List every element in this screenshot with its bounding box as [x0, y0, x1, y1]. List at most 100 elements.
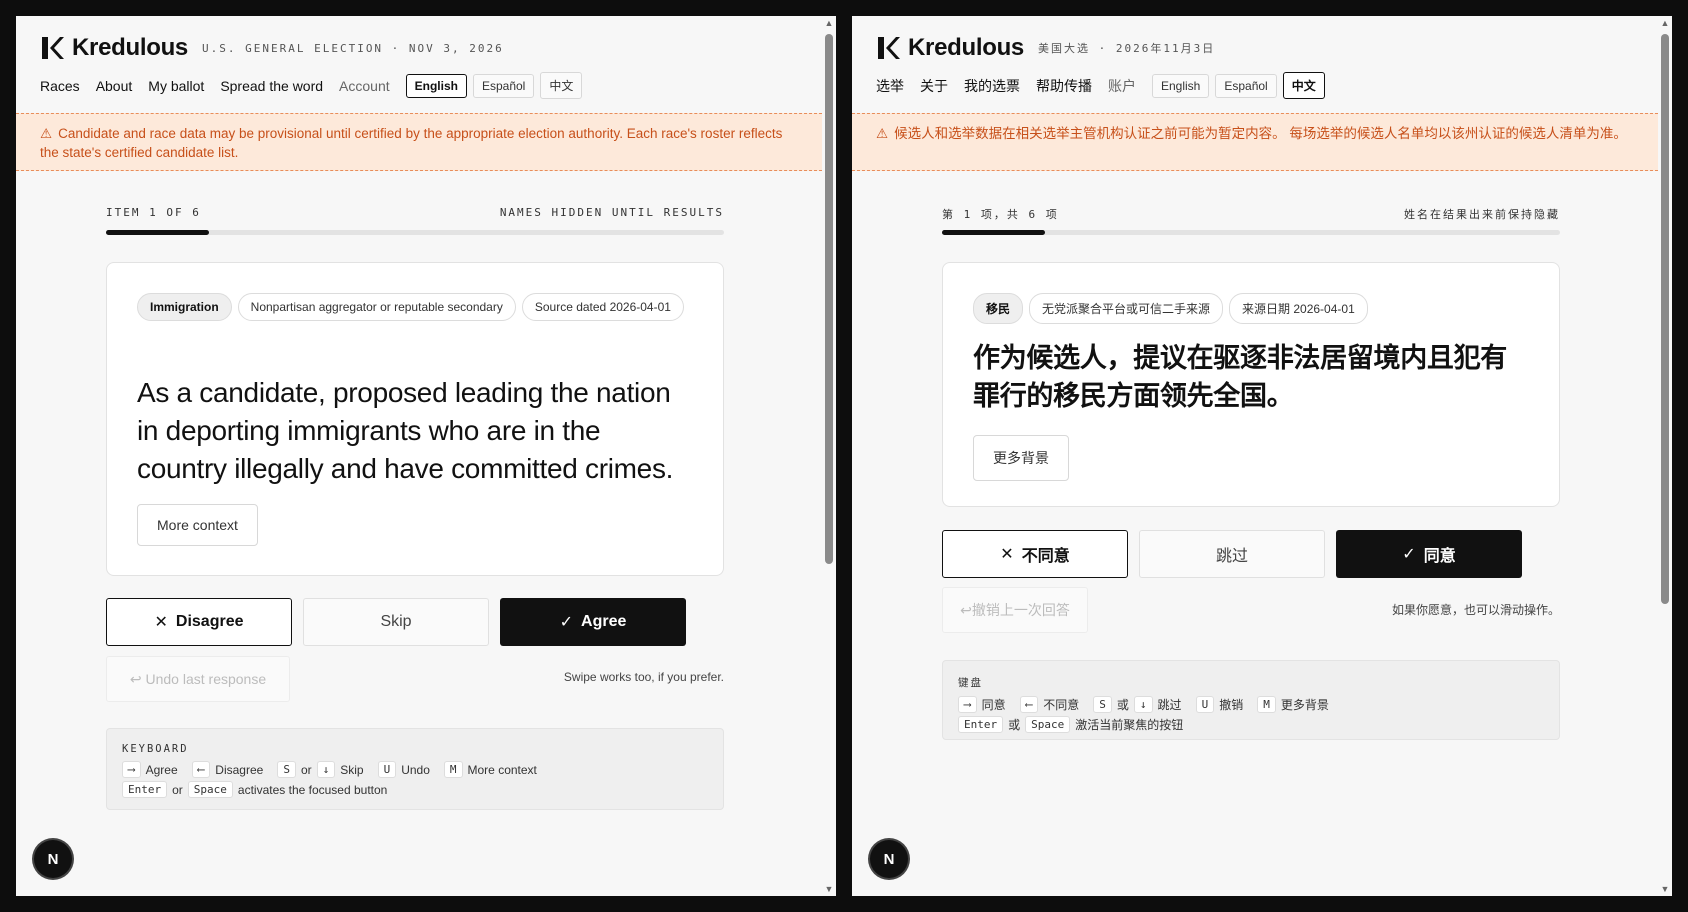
- nav-spread-the-word[interactable]: 帮助传播: [1036, 76, 1092, 96]
- page-content: Kredulous U.S. GENERAL ELECTION · NOV 3,…: [16, 16, 822, 896]
- chip-list: 移民 无党派聚合平台或可信二手来源 来源日期 2026-04-01: [973, 293, 1529, 332]
- scroll-up-icon[interactable]: ▲: [1660, 18, 1670, 28]
- shortcut-more: More context: [467, 762, 537, 777]
- source-type-chip: Nonpartisan aggregator or reputable seco…: [237, 293, 516, 321]
- close-icon: ✕: [154, 614, 168, 631]
- skip-button[interactable]: 跳过: [1139, 530, 1325, 578]
- election-subtitle: U.S. GENERAL ELECTION · NOV 3, 2026: [201, 41, 504, 55]
- avatar[interactable]: N: [34, 840, 72, 878]
- left-arrow-key: ⟵: [1019, 696, 1039, 713]
- nav-my-ballot[interactable]: 我的选票: [964, 76, 1020, 96]
- down-arrow-key: ↓: [1133, 696, 1153, 713]
- banner-text: 候选人和选举数据在相关选举主管机构认证之前可能为暂定内容。 每场选举的候选人名单…: [894, 126, 1627, 141]
- nav-my-ballot[interactable]: My ballot: [148, 78, 204, 94]
- main-nav: Races About My ballot Spread the word Ac…: [40, 72, 588, 99]
- brand[interactable]: Kredulous U.S. GENERAL ELECTION · NOV 3,…: [40, 34, 504, 62]
- disagree-button[interactable]: ✕ 不同意: [942, 530, 1128, 578]
- progress-header: 第 1 项，共 6 项 姓名在结果出来前保持隐藏: [942, 206, 1560, 222]
- election-subtitle: 美国大选 · 2026年11月3日: [1037, 42, 1216, 55]
- agree-label: Agree: [581, 613, 627, 630]
- more-context-button[interactable]: More context: [137, 504, 258, 546]
- enter-key: Enter: [958, 716, 1004, 733]
- provisional-data-banner: ⚠ 候选人和选举数据在相关选举主管机构认证之前可能为暂定内容。 每场选举的候选人名…: [852, 113, 1658, 171]
- skip-button[interactable]: Skip: [303, 598, 489, 646]
- scrollbar[interactable]: ▲ ▼: [822, 16, 836, 896]
- shortcut-agree: 同意: [981, 698, 1006, 712]
- page-content: Kredulous 美国大选 · 2026年11月3日 选举 关于 我的选票 帮…: [852, 16, 1658, 896]
- or-text: 或: [1008, 718, 1021, 732]
- lang-english-button[interactable]: English: [405, 73, 467, 98]
- check-icon: ✓: [559, 614, 574, 631]
- lang-english-button[interactable]: English: [1152, 73, 1210, 98]
- agree-button[interactable]: ✓ Agree: [500, 598, 686, 646]
- brand[interactable]: Kredulous 美国大选 · 2026年11月3日: [876, 34, 1215, 62]
- shortcut-activates: 激活当前聚焦的按钮: [1075, 718, 1184, 732]
- shortcut-agree: Agree: [145, 762, 178, 777]
- brand-name: Kredulous: [72, 34, 188, 61]
- shortcut-skip: 跳过: [1157, 698, 1182, 712]
- check-icon: ✓: [1402, 546, 1416, 563]
- statement-card: 移民 无党派聚合平台或可信二手来源 来源日期 2026-04-01 作为候选人，…: [942, 262, 1560, 507]
- s-key: S: [277, 761, 296, 778]
- nav-races[interactable]: 选举: [876, 76, 904, 96]
- m-key: M: [443, 761, 463, 778]
- scrollbar-thumb[interactable]: [825, 34, 833, 564]
- disagree-label: Disagree: [175, 613, 244, 630]
- right-arrow-key: ⟶: [122, 761, 141, 778]
- space-key: Space: [187, 781, 233, 798]
- space-key: Space: [1025, 716, 1071, 733]
- agree-label: 同意: [1423, 548, 1456, 565]
- source-type-chip: 无党派聚合平台或可信二手来源: [1029, 293, 1224, 324]
- lang-espanol-button[interactable]: Español: [472, 73, 535, 98]
- avatar[interactable]: N: [870, 840, 908, 878]
- u-key: U: [377, 761, 397, 778]
- enter-key: Enter: [122, 781, 168, 798]
- main-nav: 选举 关于 我的选票 帮助传播 账户 English Español 中文: [876, 72, 1331, 99]
- names-hidden-label: 姓名在结果出来前保持隐藏: [1404, 208, 1560, 221]
- nav-races[interactable]: Races: [40, 78, 80, 94]
- browser-window-english: Kredulous U.S. GENERAL ELECTION · NOV 3,…: [16, 16, 836, 896]
- shortcut-undo: Undo: [401, 762, 430, 777]
- more-context-button[interactable]: 更多背景: [973, 435, 1069, 481]
- shortcut-row-2: Enter 或 Space 激活当前聚焦的按钮: [958, 716, 1544, 733]
- disagree-label: 不同意: [1021, 548, 1070, 565]
- progress-fill: [942, 230, 1046, 235]
- scroll-up-icon[interactable]: ▲: [824, 18, 834, 28]
- shortcut-row-2: Enter or Space activates the focused button: [122, 781, 708, 798]
- or-text: or: [172, 782, 183, 797]
- shortcut-more: 更多背景: [1280, 698, 1329, 712]
- undo-button[interactable]: ↩ Undo last response: [106, 656, 290, 702]
- shortcut-disagree: Disagree: [215, 762, 264, 777]
- browser-window-chinese: Kredulous 美国大选 · 2026年11月3日 选举 关于 我的选票 帮…: [852, 16, 1672, 896]
- shortcut-disagree: 不同意: [1043, 698, 1080, 712]
- lang-chinese-button[interactable]: 中文: [1282, 72, 1325, 99]
- statement-text: As a candidate, proposed leading the nat…: [137, 377, 674, 484]
- nav-account[interactable]: 账户: [1108, 76, 1136, 96]
- s-key: S: [1093, 696, 1112, 713]
- nav-about[interactable]: About: [96, 78, 133, 94]
- scroll-down-icon[interactable]: ▼: [824, 884, 834, 894]
- brand-name: Kredulous: [908, 34, 1024, 61]
- warning-icon: ⚠: [40, 126, 53, 141]
- kredulous-logo-icon: [42, 37, 64, 59]
- nav-about[interactable]: 关于: [920, 76, 948, 96]
- progress-bar: [942, 230, 1560, 235]
- lang-espanol-button[interactable]: Español: [1215, 73, 1277, 98]
- scrollbar-thumb[interactable]: [1661, 34, 1669, 604]
- left-arrow-key: ⟵: [191, 761, 211, 778]
- lang-chinese-button[interactable]: 中文: [540, 72, 583, 99]
- or-text: 或: [1116, 698, 1129, 712]
- shortcut-undo: 撤销: [1219, 698, 1244, 712]
- scrollbar[interactable]: ▲ ▼: [1658, 16, 1672, 896]
- undo-button[interactable]: ↩撤销上一次回答: [942, 587, 1088, 633]
- scroll-down-icon[interactable]: ▼: [1660, 884, 1670, 894]
- nav-account[interactable]: Account: [339, 78, 390, 94]
- agree-button[interactable]: ✓ 同意: [1336, 530, 1522, 578]
- statement-text: 作为候选人，提议在驱逐非法居留境内且犯有罪行的移民方面领先全国。: [973, 343, 1507, 411]
- names-hidden-label: NAMES HIDDEN UNTIL RESULTS: [499, 206, 724, 219]
- disagree-button[interactable]: ✕ Disagree: [106, 598, 292, 646]
- banner-text: Candidate and race data may be provision…: [40, 126, 783, 160]
- nav-spread-the-word[interactable]: Spread the word: [220, 78, 323, 94]
- shortcut-activates: activates the focused button: [237, 782, 388, 797]
- source-date-chip: Source dated 2026-04-01: [521, 293, 684, 321]
